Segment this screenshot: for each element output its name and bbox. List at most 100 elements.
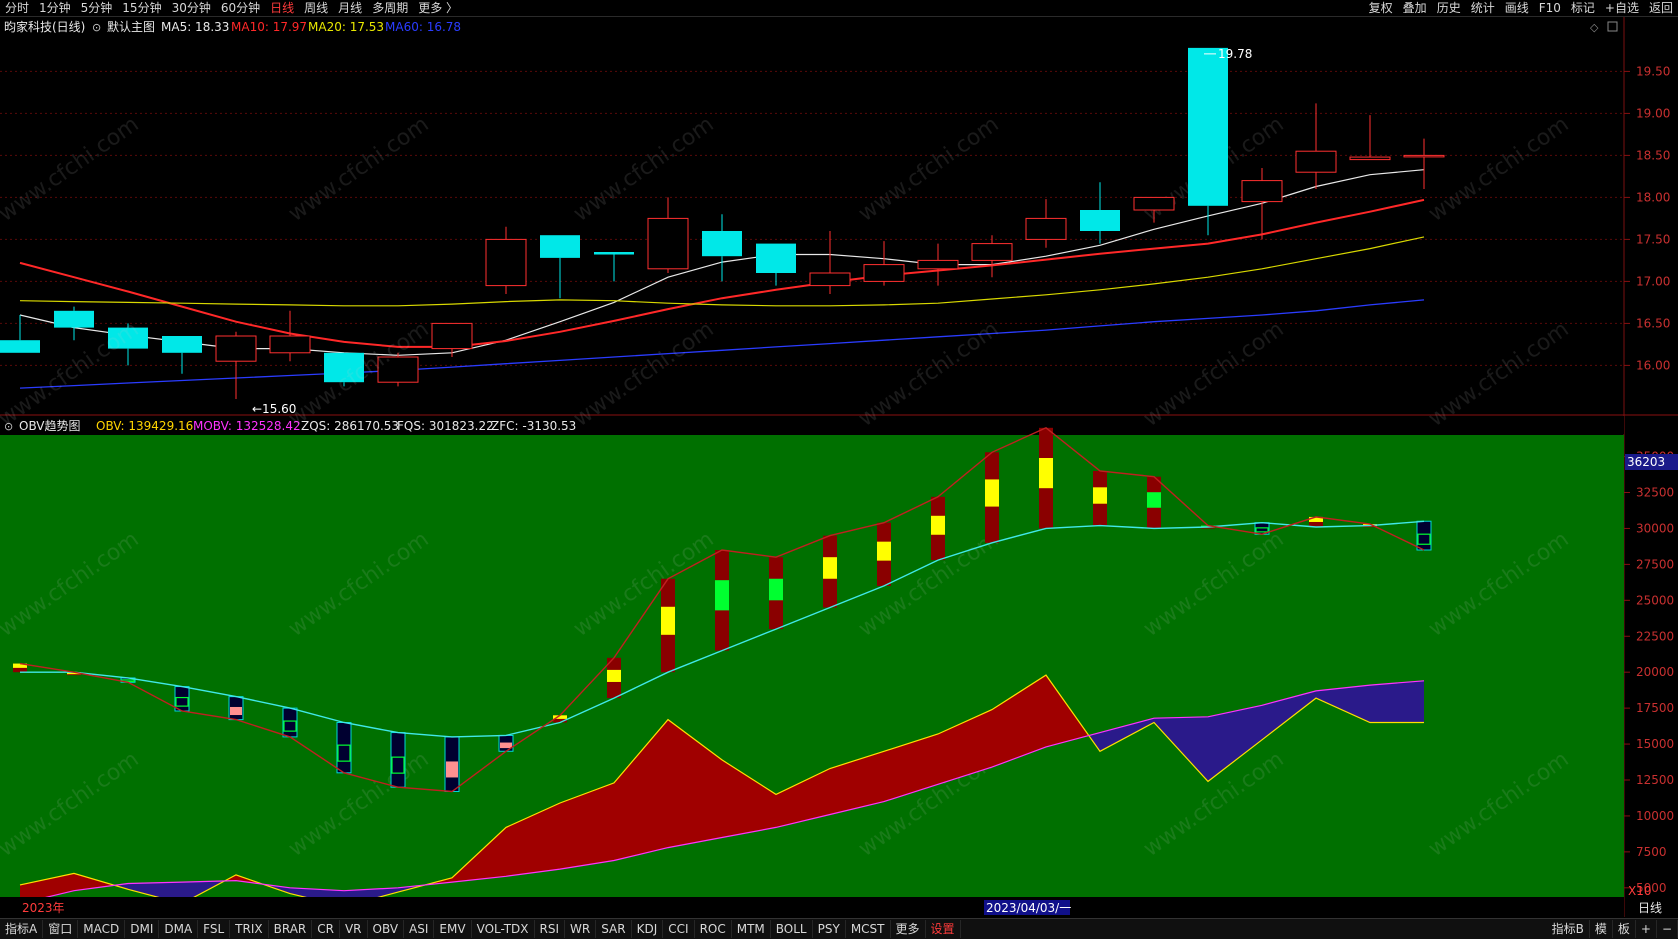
back-button[interactable]: 返回	[1644, 0, 1678, 16]
obv-axis-label: 20000	[1636, 665, 1674, 679]
f10-button[interactable]: F10	[1534, 0, 1566, 16]
fqs-value: FQS: 301823.22	[397, 419, 494, 433]
tab-boll[interactable]: BOLL	[771, 920, 813, 938]
trend-bar-mark	[661, 606, 675, 635]
tab-indicator-a[interactable]: 指标A	[0, 920, 44, 938]
mobv-value: MOBV: 132528.42	[193, 419, 301, 433]
scale-label: X10	[1628, 884, 1652, 898]
tab-rsi[interactable]: RSI	[535, 920, 566, 938]
obv-axis-label: 17500	[1636, 701, 1674, 715]
candle-body	[971, 243, 1013, 261]
tab-sar[interactable]: SAR	[596, 920, 632, 938]
trend-bar-mark	[1093, 487, 1107, 504]
price-axis-label: 16.50	[1636, 316, 1670, 330]
price-axis-label: 17.50	[1636, 232, 1670, 246]
price-axis-label: 16.00	[1636, 358, 1670, 372]
trend-bar-mark	[607, 669, 621, 682]
obv-axis-label: 22500	[1636, 629, 1674, 643]
diamond-icon[interactable]: ◇	[1590, 21, 1599, 34]
trend-bar-mark	[769, 578, 783, 601]
overlay-button[interactable]: 叠加	[1398, 0, 1432, 16]
tab-dma[interactable]: DMA	[159, 920, 199, 938]
tab-more[interactable]: 更多 〉	[413, 0, 463, 16]
obv-axis-label: 10000	[1636, 809, 1674, 823]
tab-weekly[interactable]: 周线	[299, 0, 333, 16]
tab-cci[interactable]: CCI	[663, 920, 695, 938]
current-value-label: 36203	[1627, 455, 1665, 469]
gear-icon[interactable]: ⊙	[92, 21, 101, 34]
tab-emv[interactable]: EMV	[434, 920, 472, 938]
trend-bar-mark	[1147, 492, 1161, 508]
zqs-value: ZQS: 286170.53	[301, 419, 399, 433]
tab-daily[interactable]: 日线	[265, 0, 299, 16]
candle-body	[756, 243, 796, 273]
price-axis-label: 19.50	[1636, 64, 1670, 78]
tab-monthly[interactable]: 月线	[333, 0, 367, 16]
candle-body	[1080, 210, 1120, 231]
candle-body	[1133, 196, 1175, 211]
obv-axis-label: 7500	[1636, 845, 1667, 859]
adjust-button[interactable]: 复权	[1364, 0, 1398, 16]
template-label[interactable]: 默认主图	[107, 19, 155, 34]
candle-body	[863, 264, 905, 282]
tab-multi-period[interactable]: 多周期	[367, 0, 413, 16]
tab-kdj[interactable]: KDJ	[632, 920, 664, 938]
candle-body	[702, 231, 742, 257]
tab-mcst[interactable]: MCST	[846, 920, 891, 938]
add-watchlist-button[interactable]: +自选	[1600, 0, 1644, 16]
trend-bar-mark	[985, 479, 999, 507]
tab-fsl[interactable]: FSL	[198, 920, 231, 938]
chart-area[interactable]: www.cfchi.com www.cfchi.com www.cfchi.com w…	[0, 17, 1678, 917]
obv-axis-label: 12500	[1636, 773, 1674, 787]
ma5-label: MA5: 18.33	[161, 20, 229, 34]
tab-30min[interactable]: 30分钟	[167, 0, 216, 16]
trend-bar-mark	[877, 541, 891, 561]
tab-macd[interactable]: MACD	[78, 920, 126, 938]
trend-bar-mark	[446, 761, 458, 778]
draw-button[interactable]: 画线	[1500, 0, 1534, 16]
candle-body	[1241, 180, 1283, 203]
tab-1min[interactable]: 1分钟	[34, 0, 76, 16]
obv-panel-bg	[0, 435, 1624, 897]
tab-15min[interactable]: 15分钟	[117, 0, 166, 16]
candle-body	[647, 217, 689, 270]
tab-window[interactable]: 窗口	[43, 920, 79, 938]
candle-body	[269, 335, 311, 354]
tab-board[interactable]: 板	[1613, 920, 1636, 938]
tab-vr[interactable]: VR	[340, 920, 368, 938]
tab-wr[interactable]: WR	[565, 920, 597, 938]
candle-body	[917, 259, 959, 270]
candle-body	[1403, 154, 1445, 158]
tab-roc[interactable]: ROC	[695, 920, 732, 938]
toolbar-actions: 复权 叠加 历史 统计 画线 F10 标记 +自选 返回	[1364, 0, 1678, 16]
tab-5min[interactable]: 5分钟	[76, 0, 118, 16]
high-price-label: 19.78	[1218, 47, 1252, 61]
tab-asi[interactable]: ASI	[404, 920, 435, 938]
stock-name: 昀家科技(日线)	[4, 19, 85, 34]
trend-bar	[390, 732, 406, 788]
zoom-in-button[interactable]: +	[1636, 920, 1657, 938]
candle-body	[1025, 217, 1067, 240]
tab-indicator-b[interactable]: 指标B	[1547, 920, 1590, 938]
tab-settings[interactable]: 设置	[926, 920, 961, 938]
tab-obv[interactable]: OBV	[368, 920, 405, 938]
tab-60min[interactable]: 60分钟	[216, 0, 265, 16]
mark-button[interactable]: 标记	[1566, 0, 1600, 16]
tab-dmi[interactable]: DMI	[125, 920, 160, 938]
tab-intraday[interactable]: 分时	[0, 0, 34, 16]
zoom-out-button[interactable]: −	[1657, 920, 1678, 938]
trend-bar-mark	[230, 706, 242, 716]
tab-vol-tdx[interactable]: VOL-TDX	[472, 920, 535, 938]
tab-template[interactable]: 模	[1590, 920, 1613, 938]
period-toolbar: 分时 1分钟 5分钟 15分钟 30分钟 60分钟 日线 周线 月线 多周期 更…	[0, 0, 1678, 17]
tab-more-indicators[interactable]: 更多	[891, 920, 926, 938]
ma20-label: MA20: 17.53	[308, 20, 384, 34]
statistics-button[interactable]: 统计	[1466, 0, 1500, 16]
history-button[interactable]: 历史	[1432, 0, 1466, 16]
tab-brar[interactable]: BRAR	[269, 920, 313, 938]
tab-mtm[interactable]: MTM	[732, 920, 771, 938]
tab-cr[interactable]: CR	[312, 920, 340, 938]
obv-title[interactable]: OBV趋势图	[19, 419, 81, 433]
tab-psy[interactable]: PSY	[813, 920, 846, 938]
tab-trix[interactable]: TRIX	[230, 920, 269, 938]
